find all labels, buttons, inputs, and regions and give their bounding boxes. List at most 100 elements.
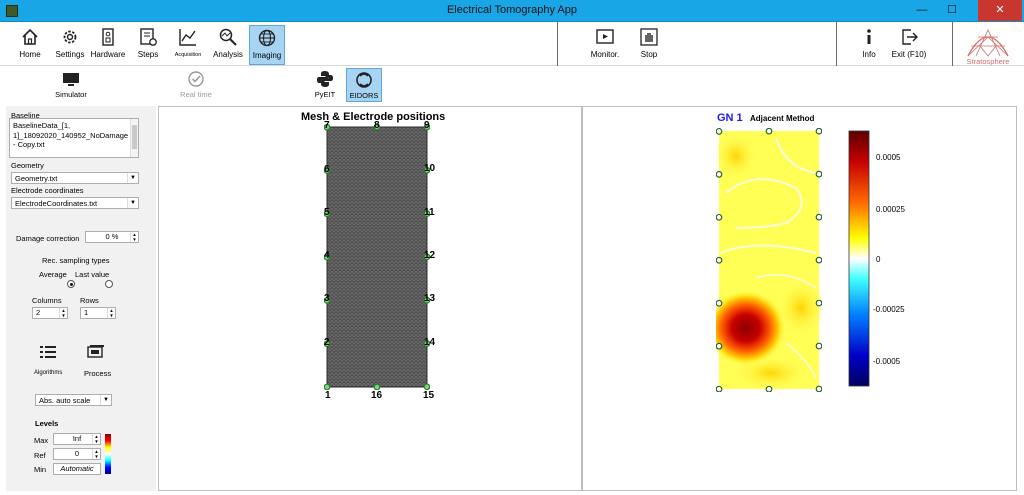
exit-button[interactable]: Exit (F10) <box>890 25 928 65</box>
columns-label: Columns <box>32 296 62 305</box>
analysis-button[interactable]: Analysis <box>211 25 245 65</box>
electrode-label: 5 <box>324 206 330 218</box>
colorbar-tick-label: 0 <box>876 255 881 264</box>
electrode-dot <box>815 385 822 392</box>
electrode-dot <box>716 256 723 264</box>
last-value-label: Last value <box>75 270 110 279</box>
damage-correction-input[interactable]: 0 % ▲ ▼ <box>85 231 139 243</box>
electrode-dot <box>716 299 723 307</box>
electrode-label: 12 <box>424 249 436 261</box>
toolbar-separator <box>557 22 558 66</box>
stratosphere-logo: Stratosphere <box>958 24 1018 66</box>
spin-arrows-icon[interactable]: ▲ ▼ <box>92 449 100 459</box>
stop-label: Stop <box>640 50 658 59</box>
electrode-dot <box>815 299 822 307</box>
electrode-dot <box>765 385 773 392</box>
electrode-value: ElectrodeCoordinates.txt <box>15 199 98 208</box>
title-bar: Electrical Tomography App — ☐ ✕ <box>0 0 1024 22</box>
spin-arrows-icon[interactable]: ▲ ▼ <box>107 308 115 318</box>
colorbar-tick-label: -0.0005 <box>873 357 901 366</box>
spin-arrows-icon[interactable]: ▲ ▼ <box>92 434 100 444</box>
electrode-dot <box>815 128 822 135</box>
method-title: Adjacent Method <box>750 114 815 123</box>
electrode-dot <box>815 170 822 178</box>
monitor-button[interactable]: Monitor. <box>580 25 630 65</box>
close-button[interactable]: ✕ <box>978 0 1022 21</box>
minimize-button[interactable]: — <box>908 0 936 21</box>
colorbar-tick-label: 0.00025 <box>876 205 905 214</box>
electrode-select[interactable]: ElectrodeCoordinates.txt ▼ <box>11 197 139 209</box>
mesh-plot <box>324 124 430 390</box>
electrode-dot <box>373 383 381 390</box>
columns-input[interactable]: 2 ▲ ▼ <box>32 307 68 319</box>
average-radio[interactable] <box>67 280 75 288</box>
hardware-button[interactable]: Hardware <box>90 25 126 65</box>
stop-button[interactable]: Stop <box>636 25 662 65</box>
levels-label: Levels <box>35 419 59 428</box>
simulator-button[interactable]: Simulator <box>50 68 92 102</box>
realtime-button[interactable]: Real time <box>176 68 216 102</box>
scale-select[interactable]: Abs. auto scale ▼ <box>35 394 112 406</box>
electrode-label: 4 <box>324 250 330 262</box>
max-label: Max <box>34 436 49 445</box>
spin-arrows-icon[interactable]: ▲ ▼ <box>130 232 138 242</box>
ref-input[interactable]: 0 ▲ ▼ <box>53 448 101 460</box>
pyeit-button[interactable]: PyEIT <box>310 68 340 102</box>
settings-button[interactable]: Settings <box>52 25 88 65</box>
eidors-button[interactable]: EIDORS <box>346 68 382 102</box>
gn-title: GN 1 <box>717 112 743 124</box>
home-button[interactable]: Home <box>14 25 46 65</box>
chevron-down-icon: ▼ <box>127 173 138 183</box>
baseline-scrollbar[interactable] <box>130 119 138 157</box>
brand-name: Stratosphere <box>966 57 1010 66</box>
electrode-dot <box>324 383 331 390</box>
average-label: Average <box>39 270 67 279</box>
columns-value: 2 <box>36 308 41 317</box>
electrode-dot <box>815 256 822 264</box>
electrode-dot <box>815 342 822 350</box>
steps-button[interactable]: Steps <box>133 25 163 65</box>
electrode-dot <box>423 383 430 390</box>
exit-label: Exit (F10) <box>891 50 927 59</box>
imaging-label: Imaging <box>252 51 282 60</box>
colorbar-tick-label: 0.0005 <box>876 153 901 162</box>
spin-arrows-icon[interactable]: ▲ ▼ <box>59 308 67 318</box>
baseline-textarea[interactable]: BaselineData_[1, 1]_18092020_140952_NoDa… <box>9 118 139 158</box>
realtime-label: Real time <box>180 90 212 99</box>
last-value-radio[interactable] <box>105 280 113 288</box>
electrode-label: 10 <box>424 163 436 175</box>
imaging-button[interactable]: Imaging <box>249 25 285 65</box>
analysis-icon <box>211 25 245 49</box>
electrode-label: Electrode coordinates <box>11 186 84 195</box>
main-toolbar: Home Settings Hardware Steps Acquisition… <box>0 22 1024 66</box>
colorbar <box>848 130 870 387</box>
acquisition-button[interactable]: Acquisition <box>170 25 206 65</box>
simulator-label: Simulator <box>55 90 87 99</box>
process-icon[interactable] <box>87 345 105 361</box>
eidors-label: EIDORS <box>349 91 379 100</box>
max-input[interactable]: Inf ▲ ▼ <box>53 433 101 445</box>
electrode-label: 8 <box>374 120 380 131</box>
colorbar-tick-label: -0.00025 <box>873 305 905 314</box>
info-icon <box>858 25 880 49</box>
electrode-label: 13 <box>424 293 436 305</box>
geometry-select[interactable]: Geometry.txt ▼ <box>11 172 139 184</box>
window-title: Electrical Tomography App <box>446 4 578 16</box>
exit-icon <box>890 25 928 49</box>
max-value: Inf <box>72 434 82 443</box>
algorithms-icon[interactable] <box>40 345 56 361</box>
damage-correction-label: Damage correction <box>16 234 80 243</box>
min-input[interactable]: Automatic <box>53 463 101 475</box>
electrode-dot <box>815 213 822 221</box>
maximize-button[interactable]: ☐ <box>938 0 966 21</box>
geometry-value: Geometry.txt <box>15 174 58 183</box>
electrode-label: 7 <box>324 120 330 132</box>
info-button[interactable]: Info <box>858 25 880 65</box>
rows-input[interactable]: 1 ▲ ▼ <box>80 307 116 319</box>
electrode-dot <box>716 170 723 178</box>
play-icon <box>580 25 630 49</box>
rows-label: Rows <box>80 296 99 305</box>
imaging-subtoolbar: Simulator Real time PyEIT EIDORS <box>0 66 1024 104</box>
geometry-label: Geometry <box>11 161 44 170</box>
min-label: Min <box>34 465 47 474</box>
